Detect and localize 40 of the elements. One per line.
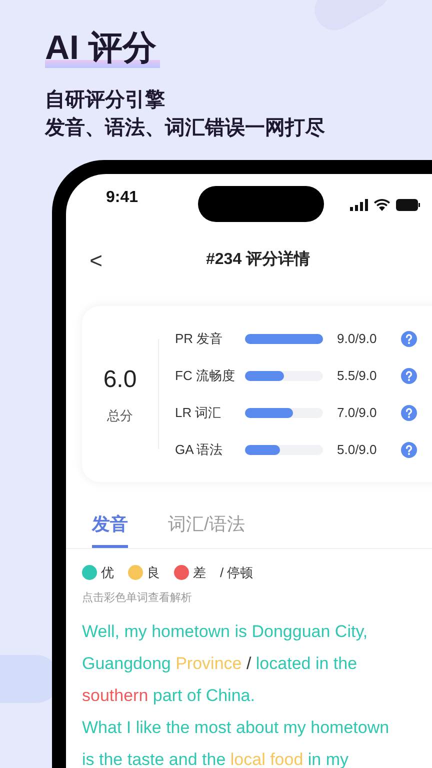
- score-label: FC 流畅度: [175, 366, 236, 385]
- score-label: PR 发音: [175, 330, 224, 348]
- tab[interactable]: 发音: [92, 504, 128, 548]
- transcript-text[interactable]: located in the: [256, 648, 358, 680]
- hint-text: 点击彩色单词查看解析: [81, 590, 193, 606]
- help-icon[interactable]: [401, 330, 417, 346]
- transcript-text[interactable]: Well, my hometown is Dongguan City,: [82, 616, 368, 648]
- headline: AI 评分: [45, 28, 160, 68]
- legend-label: / 停顿: [220, 564, 254, 582]
- transcript-text[interactable]: southern: [82, 680, 148, 712]
- legend-label: 优: [101, 564, 114, 582]
- score-reading: 7.0/9.0: [337, 404, 378, 422]
- wifi-icon: [374, 199, 390, 211]
- score-reading: 9.0/9.0: [337, 330, 378, 348]
- help-icon[interactable]: [401, 404, 417, 420]
- help-icon[interactable]: [401, 368, 417, 384]
- signal-icon: [350, 199, 368, 211]
- transcript-text[interactable]: is the taste and the: [82, 744, 230, 768]
- status-time: 9:41: [106, 188, 138, 208]
- back-button[interactable]: <: [86, 244, 106, 276]
- score-reading: 5.5/9.0: [337, 366, 378, 385]
- subtitle-line: 发音、语法、词汇错误一网打尽: [45, 116, 326, 141]
- legend-label: 良: [147, 564, 160, 582]
- overall-score: 6.0: [103, 365, 137, 396]
- tab[interactable]: 词汇/语法: [168, 504, 246, 548]
- overall-label: 总分: [107, 407, 133, 426]
- transcript-text[interactable]: /: [242, 648, 256, 680]
- subtitle-line: 自研评分引擎: [45, 88, 166, 113]
- transcript-text[interactable]: Guangdong: [82, 648, 176, 680]
- transcript-text[interactable]: part of China.: [148, 680, 255, 712]
- legend-label: 差: [193, 564, 206, 582]
- score-label: LR 词汇: [175, 404, 222, 422]
- battery-icon: [396, 199, 420, 211]
- transcript-text[interactable]: local food: [230, 744, 304, 768]
- page-title: #234 评分详情: [206, 249, 310, 270]
- help-icon[interactable]: [401, 442, 417, 458]
- transcript-text[interactable]: Province: [176, 648, 242, 680]
- score-reading: 5.0/9.0: [337, 440, 378, 459]
- score-label: GA 语法: [175, 440, 224, 459]
- transcript-text[interactable]: What I like the most about my hometown: [82, 712, 390, 744]
